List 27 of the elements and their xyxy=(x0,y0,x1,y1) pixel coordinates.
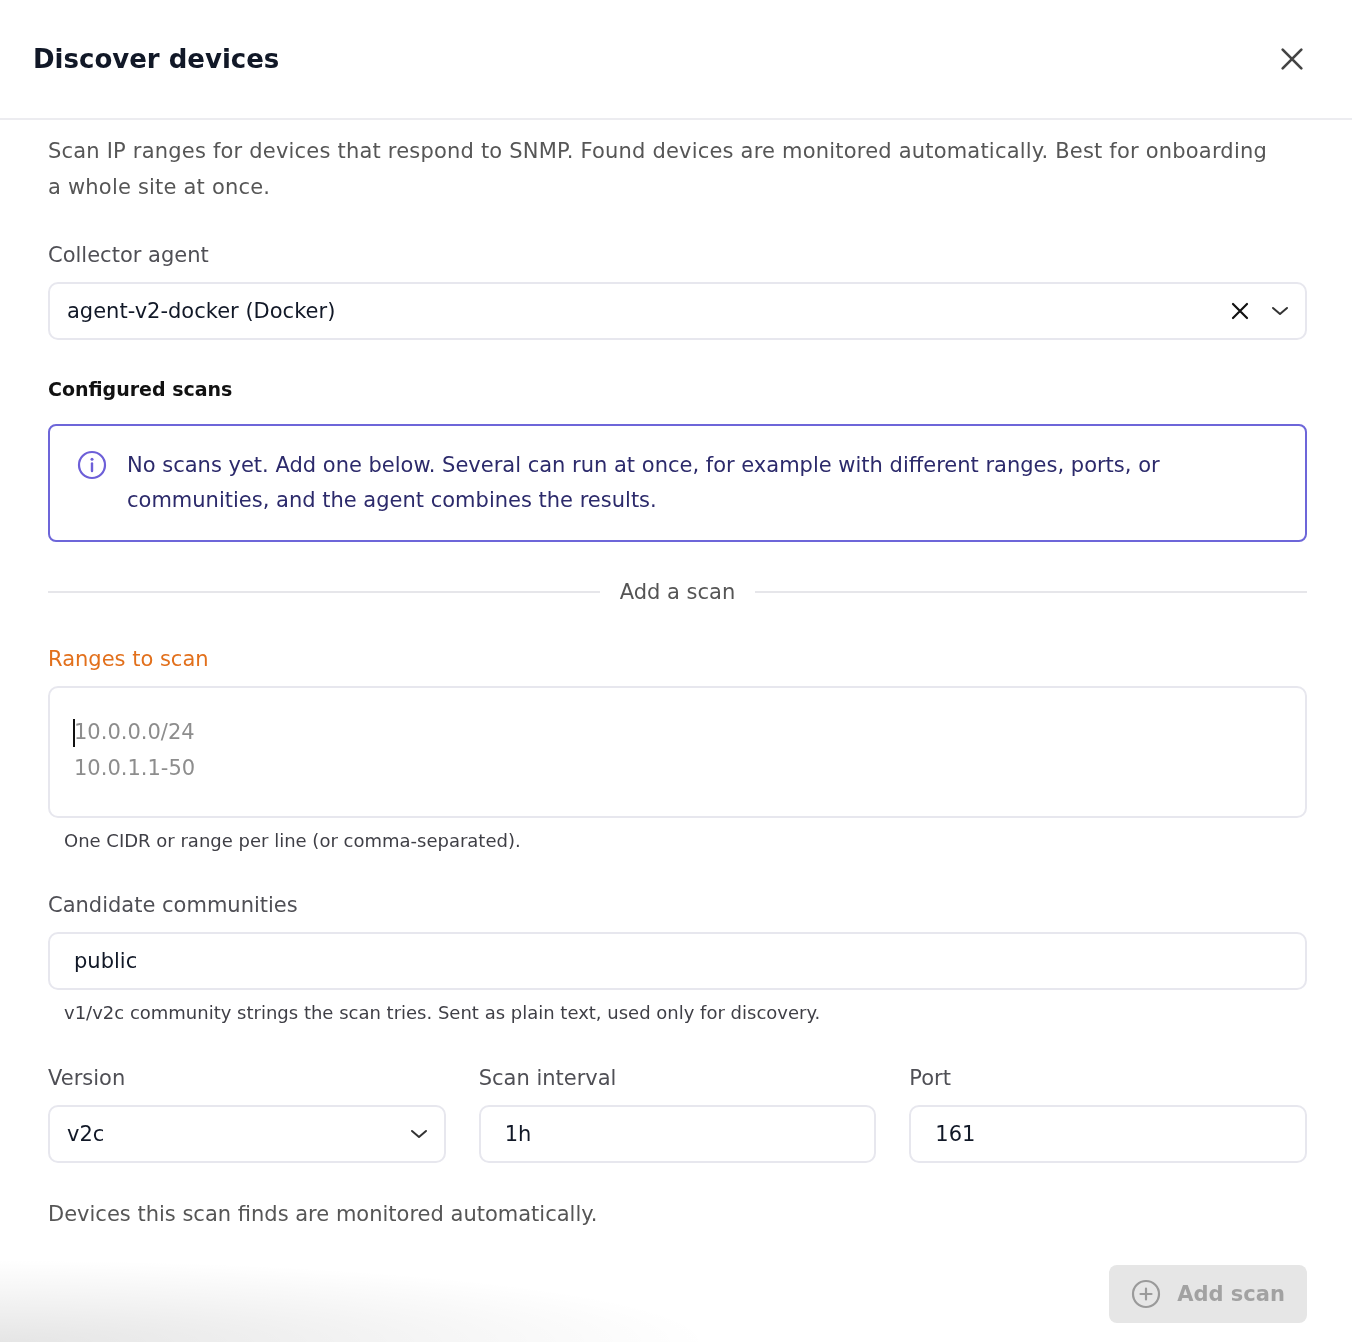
version-select[interactable]: v2c xyxy=(48,1105,446,1163)
close-icon xyxy=(1280,47,1304,71)
description-text: Scan IP ranges for devices that respond to SNMP. Found devices are monitored automatically. Best for onboarding a whole site at once. xyxy=(48,138,1268,201)
notice-text: No scans yet. Add one below. Several can run at once, for example with different ranges, ports, or communities, and the agent combines the results. xyxy=(127,452,1161,514)
field-label: Candidate communities xyxy=(48,892,299,919)
hint-text: v1/v2c community strings the scan tries. Sent as plain text, used only for discovery. xyxy=(64,1001,822,1025)
note-text: Devices this scan finds are monitored automatically. xyxy=(48,1201,599,1228)
field-label: Ranges to scan xyxy=(48,646,210,673)
info-icon xyxy=(77,450,107,480)
close-button[interactable] xyxy=(1278,45,1306,73)
plus-circle-icon xyxy=(1131,1279,1162,1309)
field-label: Port xyxy=(909,1065,952,1092)
text-input[interactable]: 1h xyxy=(478,1105,877,1163)
text-input[interactable]: 161 xyxy=(909,1105,1307,1163)
communities-input[interactable]: public xyxy=(48,932,1307,990)
section-heading: Configured scans xyxy=(48,377,234,402)
dialog-title: Discover devices xyxy=(33,44,280,74)
agent-select[interactable]: agent-v2-docker (Docker) xyxy=(48,282,1307,340)
field-label: Version xyxy=(48,1065,127,1092)
field-label: Scan interval xyxy=(478,1065,618,1092)
field-label: Collector agent xyxy=(48,242,210,269)
divider-label: Add a scan xyxy=(619,579,736,606)
clear-icon xyxy=(1231,302,1249,320)
ranges-textarea[interactable]: 10.0.0.0/24 10.0.1.1-50 xyxy=(48,686,1307,818)
hint-text: One CIDR or range per line (or comma-separated). xyxy=(64,829,522,853)
chevron-down-icon xyxy=(409,1129,428,1139)
chevron-down-icon xyxy=(1271,306,1289,316)
